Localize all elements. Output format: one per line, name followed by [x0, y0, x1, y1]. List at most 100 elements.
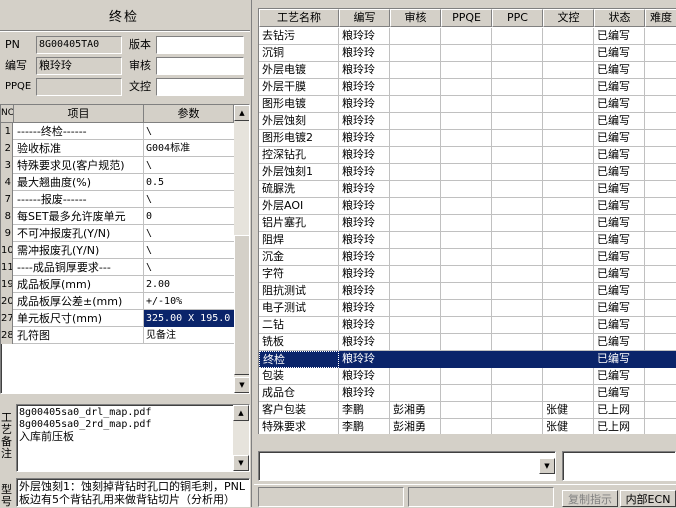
param-row-value[interactable]: 见备注	[144, 327, 234, 344]
remarks-box[interactable]: 8g00405sa0_drl_map.pdf 8g00405sa0_2rd_ma…	[16, 404, 250, 472]
param-row[interactable]: 11 ----成品铜厚要求--- \	[1, 259, 234, 276]
doc-control-field[interactable]	[156, 78, 244, 96]
param-row[interactable]: 10 需冲报废孔(Y/N) \	[1, 242, 234, 259]
param-row-no: 2	[1, 140, 13, 157]
pn-field[interactable]: 8G00405TA0	[36, 36, 122, 54]
process-combo[interactable]: ▼	[258, 451, 556, 481]
process-col-header[interactable]: PPC	[492, 9, 543, 27]
process-row[interactable]: 沉铜 粮玲玲 已编写	[259, 45, 676, 62]
process-cell	[492, 215, 543, 232]
param-row[interactable]: 1 ------终检------ \	[1, 123, 234, 140]
param-row-no: 20	[1, 293, 13, 310]
process-cell	[645, 45, 676, 62]
param-row-value[interactable]: \	[144, 123, 234, 140]
process-row[interactable]: 图形电镀2 粮玲玲 已编写	[259, 130, 676, 147]
param-row-value[interactable]: 2.00	[144, 276, 234, 293]
process-row-selected[interactable]: 终检 粮玲玲 已编写	[259, 351, 676, 368]
instruction-field[interactable]	[562, 451, 676, 481]
param-row[interactable]: 4 最大翘曲度(%) 0.5	[1, 174, 234, 191]
param-row[interactable]: 27 单元板尺寸(mm) 325.00 X 195.0	[1, 310, 234, 327]
param-col-value[interactable]: 参数	[144, 105, 234, 123]
param-row-item: 需冲报废孔(Y/N)	[14, 242, 144, 259]
param-row[interactable]: 3 特殊要求见(客户规范) \	[1, 157, 234, 174]
ppqe-field[interactable]	[36, 78, 122, 96]
scroll-down-icon[interactable]: ▼	[234, 377, 249, 393]
param-grid[interactable]: NO 项目 参数 1 ------终检------ \ 2 验收标准 G004标准 3 特殊要…	[0, 104, 250, 394]
param-row[interactable]: 8 每SET最多允许废单元 0	[1, 208, 234, 225]
note-box[interactable]: 外层蚀刻1：蚀刻掉背钻时孔口的铜毛刺，PNL板边有5个背钻孔用来做背钻切片（分析…	[16, 478, 250, 507]
process-row[interactable]: 外层AOI 粮玲玲 已编写	[259, 198, 676, 215]
process-col-header[interactable]: 难度	[645, 9, 676, 27]
process-row[interactable]: 字符 粮玲玲 已编写	[259, 266, 676, 283]
scroll-down-icon[interactable]: ▼	[233, 455, 249, 471]
process-row[interactable]: 阻焊 粮玲玲 已编写	[259, 232, 676, 249]
process-col-header[interactable]: 状态	[594, 9, 645, 27]
process-row[interactable]: 控深钻孔 粮玲玲 已编写	[259, 147, 676, 164]
remarks-scrollbar[interactable]: ▲ ▼	[233, 405, 249, 471]
process-cell	[492, 62, 543, 79]
param-scrollbar[interactable]: ▲ ▼	[234, 105, 249, 393]
process-cell: 粮玲玲	[339, 130, 390, 147]
author-field[interactable]: 粮玲玲	[36, 57, 122, 75]
process-row[interactable]: 沉金 粮玲玲 已编写	[259, 249, 676, 266]
process-row[interactable]: 外层电镀 粮玲玲 已编写	[259, 62, 676, 79]
process-row[interactable]: 铝片塞孔 粮玲玲 已编写	[259, 215, 676, 232]
process-row[interactable]: 特殊要求 李鹏 彭湘勇 张健 已上网	[259, 419, 676, 434]
chevron-down-icon[interactable]: ▼	[539, 458, 555, 474]
process-row[interactable]: 阻抗测试 粮玲玲 已编写	[259, 283, 676, 300]
process-row[interactable]: 成品仓 粮玲玲 已编写	[259, 385, 676, 402]
process-col-header[interactable]: PPQE	[441, 9, 492, 27]
param-row[interactable]: 20 成品板厚公差±(mm) +/-10%	[1, 293, 234, 310]
process-cell: 粮玲玲	[339, 317, 390, 334]
param-col-item[interactable]: 项目	[14, 105, 144, 123]
scroll-up-icon[interactable]: ▲	[234, 105, 249, 121]
process-row[interactable]: 铣板 粮玲玲 已编写	[259, 334, 676, 351]
process-row[interactable]: 外层干膜 粮玲玲 已编写	[259, 79, 676, 96]
param-col-no[interactable]: NO	[1, 105, 14, 123]
process-col-header[interactable]: 文控	[543, 9, 594, 27]
process-cell: 已编写	[594, 368, 645, 385]
process-row[interactable]: 电子测试 粮玲玲 已编写	[259, 300, 676, 317]
copy-instruction-button[interactable]: 复制指示	[562, 490, 618, 507]
process-cell: 已编写	[594, 232, 645, 249]
process-cell	[441, 283, 492, 300]
param-row-value[interactable]: G004标准	[144, 140, 234, 157]
process-row[interactable]: 去钻污 粮玲玲 已编写	[259, 28, 676, 45]
process-col-header[interactable]: 审核	[390, 9, 441, 27]
param-row-value[interactable]: +/-10%	[144, 293, 234, 310]
process-row[interactable]: 客户包装 李鹏 彭湘勇 张健 已上网	[259, 402, 676, 419]
param-row[interactable]: 2 验收标准 G004标准	[1, 140, 234, 157]
param-row-value-selected[interactable]: 325.00 X 195.0	[144, 310, 234, 327]
process-row[interactable]: 外层蚀刻1 粮玲玲 已编写	[259, 164, 676, 181]
process-col-header[interactable]: 编写	[339, 9, 390, 27]
param-row-value[interactable]: \	[144, 225, 234, 242]
param-row-value[interactable]: \	[144, 259, 234, 276]
version-field[interactable]	[156, 36, 244, 54]
process-cell	[390, 300, 441, 317]
param-row-value[interactable]: 0	[144, 208, 234, 225]
scroll-up-icon[interactable]: ▲	[233, 405, 249, 421]
process-cell	[645, 334, 676, 351]
param-row[interactable]: 9 不可冲报废孔(Y/N) \	[1, 225, 234, 242]
param-row-item: ------报废------	[14, 191, 144, 208]
param-row-value[interactable]: \	[144, 157, 234, 174]
process-cell: 张健	[543, 402, 594, 419]
param-row[interactable]: 19 成品板厚(mm) 2.00	[1, 276, 234, 293]
process-row[interactable]: 图形电镀 粮玲玲 已编写	[259, 96, 676, 113]
process-row[interactable]: 硫脲洗 粮玲玲 已编写	[259, 181, 676, 198]
param-row-value[interactable]: 0.5	[144, 174, 234, 191]
param-row-value[interactable]: \	[144, 191, 234, 208]
process-row[interactable]: 包装 粮玲玲 已编写	[259, 368, 676, 385]
process-cell	[645, 181, 676, 198]
param-row-value[interactable]: \	[144, 242, 234, 259]
param-row[interactable]: 7 ------报废------ \	[1, 191, 234, 208]
param-row[interactable]: 28 孔符图 见备注	[1, 327, 234, 344]
review-field[interactable]	[156, 57, 244, 75]
process-row[interactable]: 二钻 粮玲玲 已编写	[259, 317, 676, 334]
process-row[interactable]: 外层蚀刻 粮玲玲 已编写	[259, 113, 676, 130]
process-col-header[interactable]: 工艺名称	[259, 9, 339, 27]
scroll-thumb[interactable]	[234, 235, 249, 375]
internal-ecn-button[interactable]: 内部ECN	[620, 490, 676, 507]
process-cell: 已编写	[594, 164, 645, 181]
process-grid[interactable]: 工艺名称 编写 审核 PPQE PPC 文控 状态 难度 去钻污 粮玲玲 已编写 沉铜 粮玲玲 已编写外…	[258, 8, 676, 434]
